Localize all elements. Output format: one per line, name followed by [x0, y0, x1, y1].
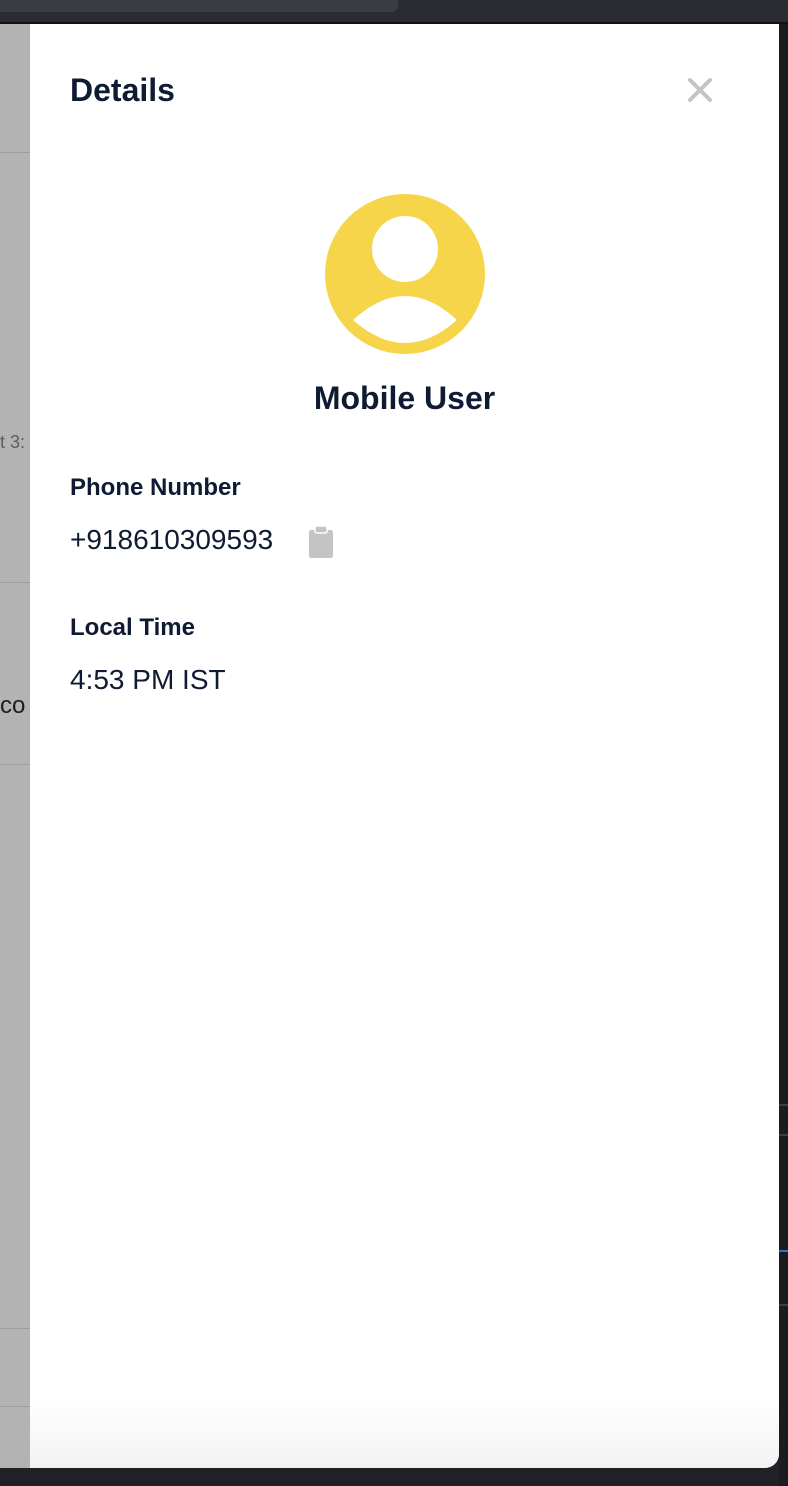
background-divider: [0, 582, 30, 583]
background-text-fragment: t 3:: [0, 432, 26, 452]
background-divider: [0, 1328, 30, 1329]
terminal-separator: [779, 1104, 788, 1106]
close-button[interactable]: [680, 70, 720, 110]
details-panel: Details Mobile User Phone Number +918610…: [30, 24, 779, 1468]
terminal-separator: [779, 1134, 788, 1136]
background-divider: [0, 764, 30, 765]
clipboard-icon: [309, 525, 333, 558]
close-icon: [688, 78, 712, 102]
local-time-value: 4:53 PM IST: [70, 664, 226, 695]
user-name: Mobile User: [313, 380, 496, 416]
user-avatar: [325, 194, 485, 354]
copy-phone-button[interactable]: [306, 524, 336, 560]
phone-number-label: Phone Number: [70, 474, 241, 501]
user-avatar-icon: [353, 216, 457, 343]
phone-number-value: +918610309593: [70, 524, 274, 555]
panel-bottom-fade: [30, 1398, 779, 1468]
terminal-separator: [779, 1304, 788, 1306]
panel-title: Details: [70, 72, 175, 108]
background-app-overlay: t 3: co: [0, 24, 30, 1468]
background-divider: [0, 1406, 30, 1407]
background-terminal-strip: [779, 24, 788, 1486]
window-top-bar: [0, 0, 788, 24]
background-divider: [0, 152, 30, 153]
background-text-fragment: co: [0, 692, 26, 719]
local-time-label: Local Time: [70, 614, 195, 641]
top-bar-segment: [0, 0, 398, 12]
terminal-accent-line: [779, 1250, 788, 1252]
